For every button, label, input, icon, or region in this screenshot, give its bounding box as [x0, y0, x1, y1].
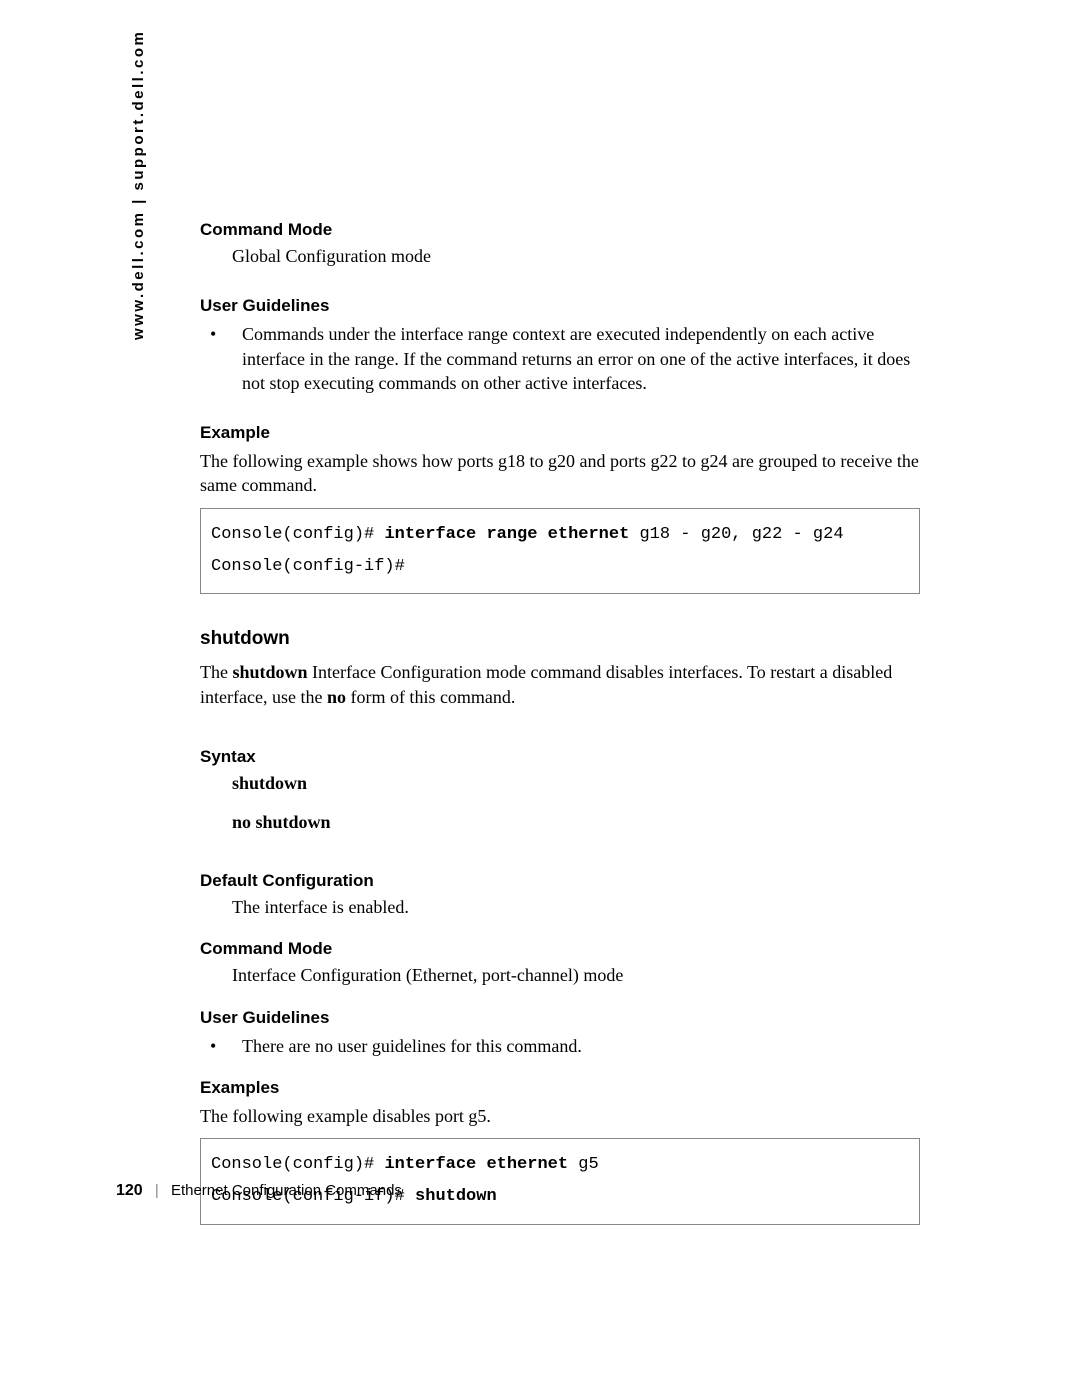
bullet-icon: •: [200, 322, 242, 395]
code-line: g5: [568, 1155, 599, 1174]
example-body-1: The following example shows how ports g1…: [200, 449, 920, 498]
code-line-bold: interface range ethernet: [384, 525, 629, 544]
code-line: Console(config)#: [211, 525, 384, 544]
page: www.dell.com | support.dell.com Command …: [0, 0, 1080, 1397]
desc-part: The: [200, 662, 232, 682]
code-line-bold: shutdown: [415, 1187, 497, 1206]
sidebar-url-text: www.dell.com | support.dell.com: [130, 30, 147, 340]
code-line: g18 - g20, g22 - g24: [629, 525, 843, 544]
bullet-item: • Commands under the interface range con…: [200, 322, 920, 395]
desc-bold: no: [327, 687, 346, 707]
content-area: Command Mode Global Configuration mode U…: [200, 220, 920, 1225]
heading-example-1: Example: [200, 423, 920, 443]
heading-examples: Examples: [200, 1078, 920, 1098]
heading-user-guidelines-1: User Guidelines: [200, 296, 920, 316]
bullet-text: Commands under the interface range conte…: [242, 322, 920, 395]
heading-user-guidelines-2: User Guidelines: [200, 1008, 920, 1028]
syntax-item-2: no shutdown: [232, 812, 920, 833]
chapter-title: Ethernet Configuration Commands: [171, 1182, 402, 1199]
code-line: Console(config)#: [211, 1155, 384, 1174]
code-block-1: Console(config)# interface range etherne…: [200, 508, 920, 595]
bullet-item: • There are no user guidelines for this …: [200, 1034, 920, 1058]
command-mode-body-1: Global Configuration mode: [232, 244, 920, 268]
desc-part: form of this command.: [346, 687, 515, 707]
examples-body: The following example disables port g5.: [200, 1104, 920, 1128]
section-title-shutdown: shutdown: [200, 628, 920, 650]
bullet-text: There are no user guidelines for this co…: [242, 1034, 920, 1058]
heading-command-mode-1: Command Mode: [200, 220, 920, 240]
code-line-bold: interface ethernet: [384, 1155, 568, 1174]
syntax-item-1: shutdown: [232, 773, 920, 794]
footer-separator: |: [155, 1182, 159, 1199]
command-mode-body-2: Interface Configuration (Ethernet, port-…: [232, 963, 920, 987]
default-config-body: The interface is enabled.: [232, 895, 920, 919]
page-footer: 120 | Ethernet Configuration Commands: [116, 1182, 402, 1200]
desc-bold: shutdown: [232, 662, 307, 682]
heading-syntax: Syntax: [200, 747, 920, 767]
bullet-icon: •: [200, 1034, 242, 1058]
heading-command-mode-2: Command Mode: [200, 939, 920, 959]
code-line: Console(config-if)#: [211, 557, 405, 576]
heading-default-config: Default Configuration: [200, 871, 920, 891]
shutdown-description: The shutdown Interface Configuration mod…: [200, 660, 920, 709]
page-number: 120: [116, 1182, 143, 1199]
